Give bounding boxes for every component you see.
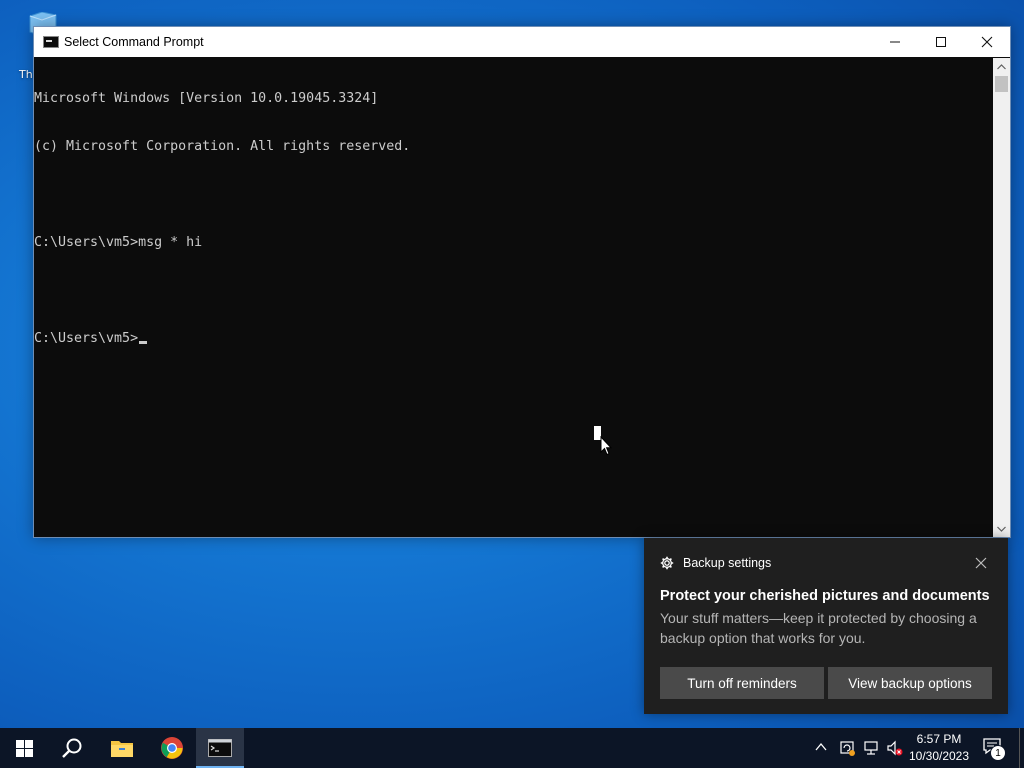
taskbar-clock[interactable]: 6:57 PM 10/30/2023 [904, 731, 974, 765]
console-line: C:\Users\vm5>msg * hi [34, 235, 203, 250]
maximize-icon [936, 37, 946, 47]
search-icon [62, 738, 82, 758]
view-backup-options-button[interactable]: View backup options [828, 667, 992, 699]
backup-status-icon[interactable] [838, 739, 856, 757]
console-prompt: C:\Users\vm5> [34, 331, 139, 346]
minimize-icon [890, 41, 900, 43]
console-output[interactable]: Microsoft Windows [Version 10.0.19045.33… [34, 58, 995, 537]
notification-app-name: Backup settings [683, 556, 772, 570]
notification-count-badge: 1 [990, 745, 1006, 761]
chevron-up-icon [997, 63, 1006, 69]
close-button[interactable] [964, 27, 1010, 57]
taskbar: 6:57 PM 10/30/2023 1 [0, 728, 1024, 768]
minimize-button[interactable] [872, 27, 918, 57]
window-title: Select Command Prompt [64, 35, 204, 49]
show-hidden-icons-chevron-icon[interactable] [814, 740, 828, 754]
start-button[interactable] [0, 728, 48, 768]
cmd-icon [208, 739, 232, 757]
mouse-pointer-icon [600, 436, 612, 456]
gear-icon [660, 556, 674, 570]
console-line: Microsoft Windows [Version 10.0.19045.33… [34, 91, 379, 106]
cmd-icon [43, 36, 59, 48]
taskbar-chrome[interactable] [148, 728, 196, 768]
scroll-down-button[interactable] [993, 520, 1010, 537]
chrome-icon [161, 737, 183, 759]
console-line: (c) Microsoft Corporation. All rights re… [34, 139, 411, 154]
desktop-icon-label: Th [19, 68, 33, 81]
close-icon [981, 36, 993, 48]
search-button[interactable] [48, 728, 96, 768]
chevron-down-icon [997, 526, 1006, 532]
console-prompt-line[interactable]: C:\Users\vm5> [34, 331, 995, 347]
close-icon[interactable] [974, 556, 988, 570]
show-desktop-button[interactable] [1019, 728, 1024, 768]
clock-time: 6:57 PM [916, 732, 962, 746]
command-prompt-window[interactable]: Select Command Prompt Microsoft Windows … [33, 26, 1011, 538]
scrollbar-thumb[interactable] [995, 76, 1008, 92]
notification-body: Your stuff matters—keep it protected by … [660, 610, 977, 646]
maximize-button[interactable] [918, 27, 964, 57]
scroll-up-button[interactable] [993, 58, 1010, 75]
notification-header: Backup settings [660, 554, 771, 572]
window-titlebar[interactable]: Select Command Prompt [34, 27, 1010, 57]
backup-notification[interactable]: Backup settings Protect your cherished p… [644, 538, 1008, 714]
text-cursor [139, 341, 148, 344]
notification-headline: Protect your cherished pictures and docu… [660, 588, 990, 604]
file-explorer-icon [111, 741, 133, 757]
network-icon[interactable] [862, 739, 880, 757]
start-icon [15, 739, 33, 757]
clock-date: 10/30/2023 [908, 749, 970, 763]
volume-muted-icon[interactable] [886, 739, 904, 757]
taskbar-file-explorer[interactable] [98, 728, 146, 768]
taskbar-command-prompt[interactable] [196, 728, 244, 768]
turn-off-reminders-button[interactable]: Turn off reminders [660, 667, 824, 699]
vertical-scrollbar[interactable] [993, 58, 1010, 537]
